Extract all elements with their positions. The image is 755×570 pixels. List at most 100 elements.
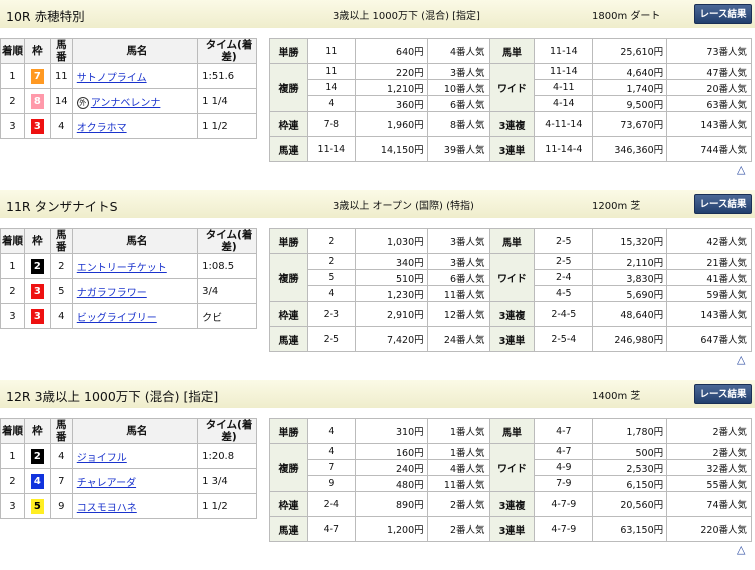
horse-name-link[interactable]: チャレアーダ <box>77 478 136 489</box>
bet-type-umatan: 馬単 <box>488 418 536 444</box>
payout: 3,830円 <box>592 269 668 286</box>
popularity: 2番人気 <box>426 491 490 517</box>
combo: 4 <box>306 285 356 302</box>
horse-name-link[interactable]: ビッグライブリー <box>77 313 157 324</box>
popularity: 4番人気 <box>426 459 490 476</box>
bet-type-umatan: 馬単 <box>488 228 536 254</box>
finish-pos: 3 <box>0 113 25 139</box>
payout: 1,030円 <box>354 228 428 254</box>
col-num: 馬番 <box>49 228 73 254</box>
finish-time: 1 1/2 <box>197 113 257 139</box>
waku-badge: 7 <box>30 68 44 84</box>
scroll-up-icon[interactable]: △ <box>737 353 745 366</box>
payout: 500円 <box>592 443 668 460</box>
bet-type-trifecta: 3連単 <box>488 136 536 162</box>
combo: 4 <box>306 418 356 444</box>
payout: 1,200円 <box>354 516 428 542</box>
scroll-up-icon[interactable]: △ <box>737 163 745 176</box>
bet-type-wide: ワイド <box>488 63 536 112</box>
payout: 220円 <box>354 63 428 80</box>
foreign-mark: 外 <box>76 96 89 109</box>
waku-badge: 4 <box>30 473 44 489</box>
combo: 4-7-9 <box>534 516 594 542</box>
col-waku: 枠 <box>23 38 51 64</box>
combo: 2-5 <box>306 326 356 352</box>
horse-number: 7 <box>49 468 73 494</box>
finish-time: 1:08.5 <box>197 253 257 279</box>
col-pos: 着順 <box>0 228 25 254</box>
bet-type-trifecta: 3連単 <box>488 326 536 352</box>
finish-time: 1 1/2 <box>197 493 257 519</box>
payout: 4,640円 <box>592 63 668 80</box>
payout: 310円 <box>354 418 428 444</box>
combo: 2-5 <box>534 253 594 270</box>
result-row: 1 2 2 エントリーチケット 1:08.5 <box>0 253 257 279</box>
bet-type-waku: 枠連 <box>269 491 308 517</box>
horse-name-link[interactable]: オクラホマ <box>77 123 127 134</box>
race-result-button[interactable]: レース結果 <box>694 384 752 404</box>
horse-number: 4 <box>49 443 73 469</box>
bet-type-umatan: 馬単 <box>488 38 536 64</box>
race-conditions: 3歳以上 1000万下 (混合) [指定] <box>333 11 480 22</box>
combo: 4 <box>306 443 356 460</box>
scroll-up-icon[interactable]: △ <box>737 543 745 556</box>
race-name: 10R 赤穂特別 <box>6 9 85 24</box>
popularity: 3番人気 <box>426 63 490 80</box>
combo: 11-14 <box>534 63 594 80</box>
payout: 48,640円 <box>592 301 668 327</box>
bet-type-waku: 枠連 <box>269 111 308 137</box>
popularity: 2番人気 <box>426 516 490 542</box>
result-table: 着順枠馬番 馬名 タイム(着差) 1 2 2 エントリーチケット 1:08.5 2 … <box>0 228 257 329</box>
race-result-button[interactable]: レース結果 <box>694 194 752 214</box>
finish-pos: 1 <box>0 443 25 469</box>
horse-name-link[interactable]: アンナベレンナ <box>91 98 161 109</box>
result-row: 3 3 4 オクラホマ 1 1/2 <box>0 113 257 139</box>
payout: 63,150円 <box>592 516 668 542</box>
race-distance: 1400m 芝 <box>592 391 641 402</box>
combo: 2-3 <box>306 301 356 327</box>
finish-pos: 2 <box>0 278 25 304</box>
combo: 2 <box>306 228 356 254</box>
finish-pos: 2 <box>0 468 25 494</box>
result-row: 3 3 4 ビッグライブリー クビ <box>0 303 257 329</box>
horse-name-link[interactable]: ナガラフラワー <box>77 288 147 299</box>
popularity: 21番人気 <box>666 253 752 270</box>
col-time: タイム(着差) <box>197 418 257 444</box>
bet-type-trio: 3連複 <box>488 491 536 517</box>
race-result-button[interactable]: レース結果 <box>694 4 752 24</box>
payout: 5,690円 <box>592 285 668 302</box>
popularity: 143番人気 <box>666 111 752 137</box>
waku-badge: 2 <box>30 258 44 274</box>
payout: 7,420円 <box>354 326 428 352</box>
horse-name-link[interactable]: ジョイフル <box>77 453 127 464</box>
payout: 360円 <box>354 95 428 112</box>
bet-type-trifecta: 3連単 <box>488 516 536 542</box>
waku-badge: 2 <box>30 448 44 464</box>
combo: 14 <box>306 79 356 96</box>
col-name: 馬名 <box>71 228 199 254</box>
finish-time: 1 1/4 <box>197 88 257 114</box>
horse-name-link[interactable]: サトノプライム <box>77 73 147 84</box>
horse-name-link[interactable]: コスモヨハネ <box>77 503 137 514</box>
payout: 246,980円 <box>592 326 668 352</box>
horse-number: 5 <box>49 278 73 304</box>
col-name: 馬名 <box>71 38 199 64</box>
combo: 4-7-9 <box>534 491 594 517</box>
payout: 240円 <box>354 459 428 476</box>
combo: 2-4-5 <box>534 301 594 327</box>
col-num: 馬番 <box>49 418 73 444</box>
waku-badge: 8 <box>30 93 44 109</box>
col-name: 馬名 <box>71 418 199 444</box>
bet-type-umaren: 馬連 <box>269 326 308 352</box>
popularity: 2番人気 <box>666 443 752 460</box>
combo: 2-4 <box>534 269 594 286</box>
bet-type-wide: ワイド <box>488 443 536 492</box>
race-header: 11R タンザナイトS 3歳以上 オープン (国際) (特指) 1200m 芝 … <box>0 190 755 218</box>
payout: 510円 <box>354 269 428 286</box>
bet-type-tan: 単勝 <box>269 228 308 254</box>
horse-name-link[interactable]: エントリーチケット <box>77 263 167 274</box>
combo: 4-7 <box>534 443 594 460</box>
popularity: 647番人気 <box>666 326 752 352</box>
payout: 20,560円 <box>592 491 668 517</box>
payout-table: 単勝 11 640円 4番人気 馬単 11-14 25,610円 73番人気 複勝 11 220… <box>269 38 752 162</box>
